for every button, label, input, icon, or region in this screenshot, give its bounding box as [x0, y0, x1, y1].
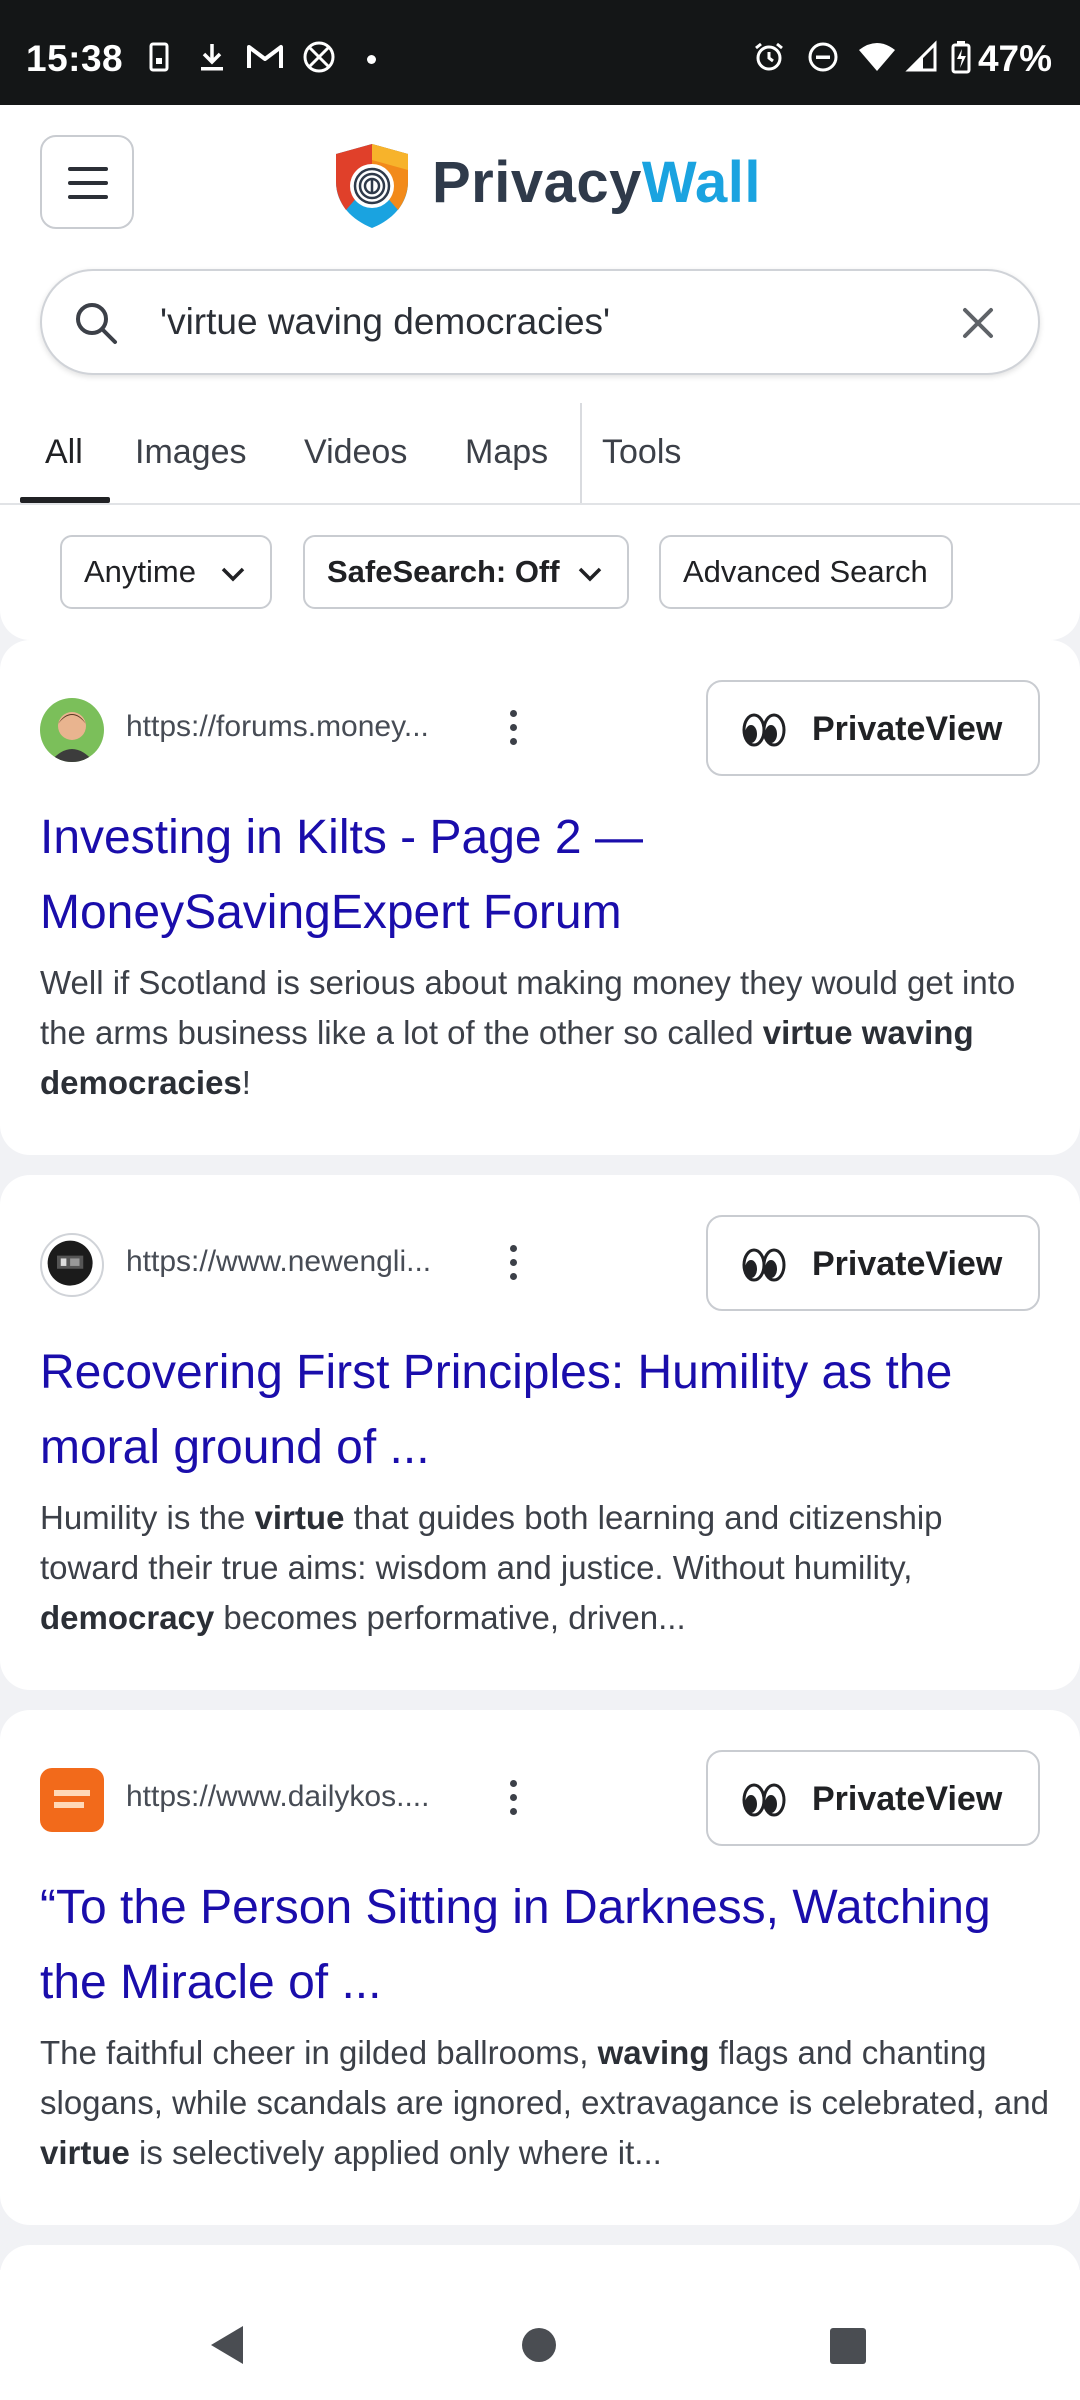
- status-time: 15:38: [26, 38, 124, 79]
- system-nav-bar: [0, 2270, 1080, 2400]
- clear-icon[interactable]: [960, 305, 996, 341]
- dnd-icon: [808, 42, 838, 72]
- result-title[interactable]: “To the Person Sitting in Darkness, Watc…: [40, 1870, 1050, 2020]
- recents-icon[interactable]: [828, 2326, 868, 2366]
- eyes-icon: [742, 1783, 786, 1817]
- time-filter-dropdown[interactable]: Anytime: [60, 535, 272, 609]
- xbox-icon: [303, 41, 335, 73]
- battery-percent: 47%: [977, 38, 1052, 79]
- result-snippet: The faithful cheer in gilded ballrooms, …: [40, 2034, 1049, 2171]
- search-icon[interactable]: [72, 299, 120, 347]
- result-title[interactable]: Recovering First Principles: Humility as…: [40, 1335, 1050, 1485]
- chevron-down-icon: [221, 567, 245, 582]
- privateview-button[interactable]: PrivateView: [706, 680, 1040, 776]
- tab-divider: [580, 403, 582, 503]
- brand-part-1: Privacy: [432, 150, 642, 215]
- search-result: https://www.newengli... PrivateView Reco…: [0, 1175, 1080, 1690]
- advanced-search-label: Advanced Search: [683, 554, 928, 589]
- battery-icon: [951, 41, 971, 74]
- wifi-icon: [859, 43, 895, 71]
- result-title[interactable]: Investing in Kilts - Page 2 — MoneySavin…: [40, 800, 1050, 950]
- brand-name[interactable]: PrivacyWall: [432, 149, 761, 216]
- active-tab-indicator: [20, 497, 110, 503]
- download-icon: [201, 44, 223, 71]
- brand-part-2: Wall: [641, 150, 761, 215]
- site-favicon: [40, 1233, 104, 1297]
- tab-maps[interactable]: Maps: [465, 433, 548, 472]
- notification-dot: [367, 55, 376, 64]
- search-tabs: All Images Videos Maps Tools: [0, 395, 1080, 505]
- advanced-search-button[interactable]: Advanced Search: [659, 535, 953, 609]
- privateview-label: PrivateView: [812, 1780, 1003, 1818]
- search-result: https://forums.money... PrivateView Inve…: [0, 640, 1080, 1155]
- tab-images[interactable]: Images: [135, 433, 247, 472]
- search-bar[interactable]: 'virtue waving democracies': [40, 269, 1040, 375]
- safesearch-dropdown[interactable]: SafeSearch: Off: [303, 535, 629, 609]
- home-icon[interactable]: [520, 2326, 558, 2364]
- more-options-icon[interactable]: [505, 1245, 521, 1285]
- chevron-down-icon: [578, 567, 602, 582]
- privacywall-logo-icon[interactable]: [330, 140, 414, 230]
- tab-videos[interactable]: Videos: [304, 433, 407, 472]
- more-options-icon[interactable]: [505, 1780, 521, 1820]
- site-favicon: [40, 698, 104, 762]
- signal-icon: [905, 40, 937, 72]
- menu-button[interactable]: [40, 135, 134, 229]
- status-bar: 15:38 47%: [0, 0, 1080, 105]
- gmail-icon: [247, 45, 283, 68]
- menu-icon: [68, 167, 108, 171]
- more-options-icon[interactable]: [505, 710, 521, 750]
- result-url[interactable]: https://www.newengli...: [126, 1245, 431, 1279]
- phone-icon: [149, 42, 169, 72]
- privateview-label: PrivateView: [812, 1245, 1003, 1283]
- eyes-icon: [742, 1248, 786, 1282]
- result-url[interactable]: https://forums.money...: [126, 710, 429, 744]
- site-favicon: [40, 1768, 104, 1832]
- search-header: PrivacyWall 'virtue waving democracies' …: [0, 105, 1080, 640]
- back-icon[interactable]: [205, 2322, 247, 2368]
- safesearch-label: SafeSearch: Off: [327, 554, 560, 589]
- privateview-label: PrivateView: [812, 710, 1003, 748]
- eyes-icon: [742, 713, 786, 747]
- privateview-button[interactable]: PrivateView: [706, 1215, 1040, 1311]
- tab-tools[interactable]: Tools: [602, 433, 681, 472]
- result-snippet: Well if Scotland is serious about making…: [40, 964, 1016, 1101]
- search-result: https://www.dailykos.... PrivateView “To…: [0, 1710, 1080, 2225]
- privateview-button[interactable]: PrivateView: [706, 1750, 1040, 1846]
- search-input[interactable]: 'virtue waving democracies': [160, 301, 610, 343]
- menu-icon-line: [68, 181, 108, 185]
- result-url[interactable]: https://www.dailykos....: [126, 1780, 429, 1814]
- alarm-icon: [755, 42, 783, 71]
- time-filter-label: Anytime: [84, 554, 196, 589]
- menu-icon-line: [68, 195, 108, 199]
- result-snippet: Humility is the virtue that guides both …: [40, 1499, 943, 1636]
- tab-all[interactable]: All: [45, 433, 83, 472]
